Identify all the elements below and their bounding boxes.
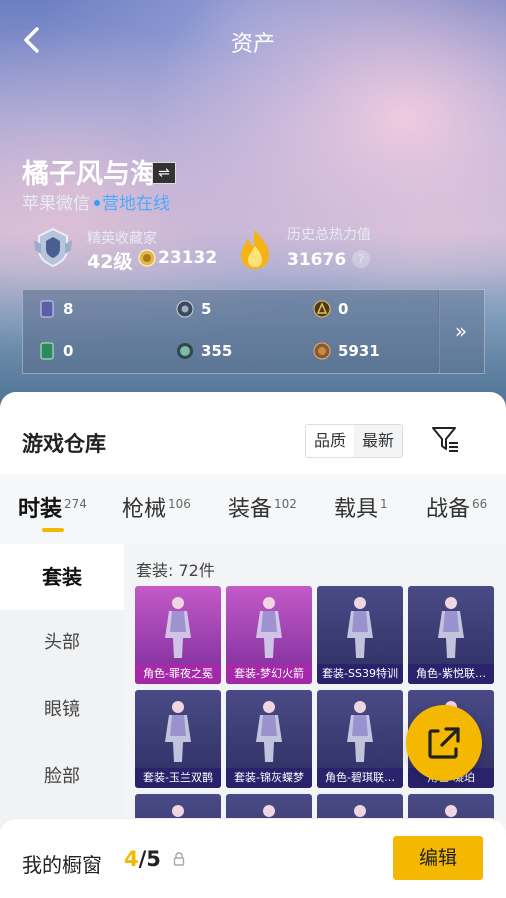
stat-value: 5 bbox=[201, 300, 212, 318]
item-label: 套装-SS39特训 bbox=[317, 664, 403, 684]
token-icon bbox=[176, 300, 194, 318]
outfit-figure-icon bbox=[256, 597, 282, 658]
item-card[interactable]: 角色-罪夜之冕 bbox=[135, 586, 221, 684]
tab-count: 102 bbox=[274, 496, 297, 511]
share-button[interactable] bbox=[406, 705, 482, 781]
ticket-icon bbox=[40, 342, 54, 360]
showcase-label: 我的橱窗 bbox=[22, 853, 102, 877]
user-name: 橘子风与海 bbox=[22, 159, 157, 190]
tab-count: 274 bbox=[64, 496, 87, 511]
tab-label: 战备 bbox=[426, 497, 471, 522]
item-label: 角色-紫悦联… bbox=[408, 664, 494, 684]
filter-icon[interactable] bbox=[430, 424, 460, 454]
subcategory-suits[interactable]: 套装 bbox=[0, 544, 124, 610]
item-count-label: 套装: 72件 bbox=[136, 561, 215, 580]
showcase-total: 5 bbox=[146, 847, 161, 871]
tab-count: 1 bbox=[380, 496, 388, 511]
fire-icon bbox=[241, 230, 269, 269]
card-icon bbox=[40, 300, 54, 318]
lock-icon bbox=[173, 852, 185, 866]
gold-coin-icon bbox=[138, 249, 156, 267]
item-label: 套装-锦灰蝶梦 bbox=[226, 768, 312, 788]
external-link-icon bbox=[428, 727, 460, 759]
item-card[interactable]: 角色-紫悦联… bbox=[408, 586, 494, 684]
coin-value: 23132 bbox=[158, 248, 218, 268]
outfit-figure-icon bbox=[438, 597, 464, 658]
stats-more-button[interactable]: » bbox=[438, 289, 485, 374]
tab-label: 装备 bbox=[228, 497, 273, 522]
tab-label: 载具 bbox=[334, 497, 379, 522]
item-label: 角色-碧琪联… bbox=[317, 768, 403, 788]
tab-count: 66 bbox=[472, 496, 488, 511]
tab-guns[interactable]: 枪械 106 bbox=[122, 491, 191, 523]
tab-label: 时装 bbox=[18, 497, 63, 522]
item-label: 角色-罪夜之冕 bbox=[135, 664, 221, 684]
stat-card: 8 bbox=[38, 300, 73, 318]
outfit-figure-icon bbox=[256, 701, 282, 762]
item-label: 套装-梦幻火箭 bbox=[226, 664, 312, 684]
asset-stats-panel bbox=[22, 289, 440, 374]
item-card[interactable]: 角色-碧琪联… bbox=[317, 690, 403, 788]
tab-vehicles[interactable]: 载具 1 bbox=[334, 491, 388, 523]
item-card[interactable]: 套装-玉兰双鹊 bbox=[135, 690, 221, 788]
showcase-current: 4 bbox=[124, 847, 139, 871]
platform-label: 苹果微信 bbox=[22, 194, 90, 214]
tab-fashion[interactable]: 时装 274 bbox=[18, 491, 87, 523]
help-icon[interactable]: ? bbox=[352, 250, 370, 268]
online-status: 营地在线 bbox=[102, 194, 170, 214]
item-card[interactable]: 套装-SS39特训 bbox=[317, 586, 403, 684]
edit-button[interactable]: 编辑 bbox=[393, 836, 483, 880]
warehouse-title: 游戏仓库 bbox=[22, 432, 106, 456]
tab-count: 106 bbox=[168, 496, 191, 511]
stat-ticket: 0 bbox=[38, 342, 73, 360]
platform-line: 苹果微信 营地在线 bbox=[22, 189, 170, 214]
active-tab-indicator bbox=[42, 528, 64, 532]
sort-newest-button[interactable]: 最新 bbox=[354, 425, 402, 457]
outfit-figure-icon bbox=[165, 597, 191, 658]
stat-medal: 0 bbox=[313, 300, 348, 318]
orb-icon bbox=[177, 343, 193, 359]
subcategory-face[interactable]: 脸部 bbox=[0, 744, 124, 810]
stat-value: 0 bbox=[63, 342, 74, 360]
tab-supplies[interactable]: 战备 66 bbox=[426, 491, 487, 523]
subcategory-glasses[interactable]: 眼镜 bbox=[0, 677, 124, 743]
sort-toggle: 品质 最新 bbox=[305, 424, 403, 458]
stat-token: 5 bbox=[176, 300, 211, 318]
rank-badge-icon bbox=[34, 227, 72, 268]
item-card[interactable]: 套装-梦幻火箭 bbox=[226, 586, 312, 684]
outfit-figure-icon bbox=[165, 701, 191, 762]
outfit-figure-icon bbox=[347, 701, 373, 762]
heat-title: 历史总热力值 bbox=[287, 227, 371, 243]
heat-value: 31676 bbox=[287, 250, 347, 270]
rank-title: 精英收藏家 bbox=[87, 231, 157, 247]
showcase-bar: 我的橱窗 4/5 编辑 bbox=[0, 818, 506, 898]
rank-level: 42级 bbox=[87, 251, 133, 273]
stat-value: 5931 bbox=[338, 342, 380, 360]
item-card[interactable]: 套装-锦灰蝶梦 bbox=[226, 690, 312, 788]
subcategory-head[interactable]: 头部 bbox=[0, 610, 124, 676]
stat-value: 0 bbox=[338, 300, 349, 318]
switch-account-icon[interactable]: ⇌ bbox=[152, 162, 176, 184]
tab-equipment[interactable]: 装备 102 bbox=[228, 491, 297, 523]
page-title: 资产 bbox=[230, 32, 275, 57]
tab-label: 枪械 bbox=[122, 497, 167, 522]
stat-value: 355 bbox=[201, 342, 233, 360]
outfit-figure-icon bbox=[347, 597, 373, 658]
bronze-coin-icon bbox=[313, 342, 331, 360]
stat-orb: 355 bbox=[176, 342, 232, 360]
item-label: 套装-玉兰双鹊 bbox=[135, 768, 221, 788]
showcase-count: 4/5 bbox=[124, 847, 161, 871]
online-dot-icon bbox=[94, 200, 100, 206]
sort-quality-button[interactable]: 品质 bbox=[306, 425, 354, 457]
profile-hero: 资产 橘子风与海 ⇌ 苹果微信 营地在线 精英收藏家 42级 23132 历史总热… bbox=[0, 0, 506, 420]
medal-icon bbox=[313, 300, 331, 318]
stat-value: 8 bbox=[63, 300, 74, 318]
stat-bronze-coin: 5931 bbox=[313, 342, 380, 360]
category-tabs: 时装 274 枪械 106 装备 102 载具 1 战备 66 bbox=[0, 474, 506, 544]
